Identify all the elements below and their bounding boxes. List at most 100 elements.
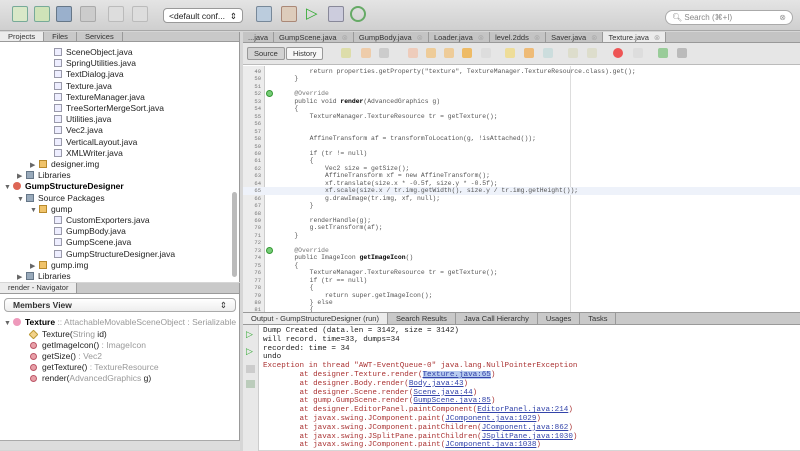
override-marker-icon[interactable] xyxy=(266,246,273,254)
rerun-icon[interactable]: ▷ xyxy=(246,329,253,340)
close-tab-icon[interactable]: ⊗ xyxy=(591,33,597,42)
editor-tab[interactable]: Loader.java ⊗ xyxy=(429,32,491,42)
tree-item[interactable]: ▶ Libraries xyxy=(17,271,71,282)
close-tab-icon[interactable]: ⊗ xyxy=(478,33,484,42)
tree-item[interactable]: TextureManager.java xyxy=(54,92,145,103)
editor-tab[interactable]: GumpBody.java ⊗ xyxy=(354,32,429,42)
comment-icon[interactable] xyxy=(658,48,668,58)
stack-trace-link[interactable]: JSplitPane.java:1030 xyxy=(482,433,573,441)
tab-files[interactable]: Files xyxy=(44,32,77,41)
tree-item[interactable]: Vec2.java xyxy=(54,125,103,136)
tree-item[interactable]: ▶ gump.img xyxy=(30,260,88,271)
tree-item[interactable]: Utilities.java xyxy=(54,114,111,125)
tree-item[interactable]: ▼ GumpStructureDesigner xyxy=(4,181,124,192)
stack-trace-link[interactable]: EditorPanel.java:214 xyxy=(477,406,568,414)
new-project-icon[interactable] xyxy=(34,6,50,22)
close-tab-icon[interactable]: ⊗ xyxy=(342,33,348,42)
forward-icon[interactable] xyxy=(379,48,389,58)
editor-tab[interactable]: level.2dds ⊗ xyxy=(490,32,547,42)
tree-item[interactable]: TextDialog.java xyxy=(54,69,124,80)
tree-item[interactable]: ▶ designer.img xyxy=(30,159,99,170)
close-tab-icon[interactable]: ⊗ xyxy=(654,33,660,42)
stack-trace-link[interactable]: JComponent.java:1029 xyxy=(445,415,536,423)
undo-icon[interactable] xyxy=(108,6,124,22)
scrollbar[interactable] xyxy=(232,192,237,277)
stop-icon[interactable] xyxy=(246,365,255,373)
output-tab[interactable]: Search Results xyxy=(388,313,456,324)
find-icon[interactable] xyxy=(408,48,418,58)
member-item[interactable]: getTexture() : TextureResource xyxy=(30,362,159,373)
editor-tab[interactable]: Texture.java ⊗ xyxy=(603,32,667,42)
expand-arrow-icon[interactable]: ▼ xyxy=(4,318,13,329)
tree-item[interactable]: ▶ Libraries xyxy=(17,170,71,181)
member-item[interactable]: Texture(String id) xyxy=(28,329,107,340)
output-tab[interactable]: Java Call Hierarchy xyxy=(456,313,538,324)
class-node[interactable]: ▼ Texture :: AttachableMovableSceneObject… xyxy=(4,317,236,328)
tree-item[interactable]: CustomExporters.java xyxy=(54,215,150,226)
expand-arrow-icon[interactable]: ▶ xyxy=(17,272,26,283)
output-tab[interactable]: Output - GumpStructureDesigner (run) xyxy=(243,313,388,324)
build-hammer-icon[interactable] xyxy=(256,6,272,22)
find-next-icon[interactable] xyxy=(444,48,454,58)
uncomment-icon[interactable] xyxy=(677,48,687,58)
toggle-highlight-icon[interactable] xyxy=(462,48,472,58)
debug-icon[interactable] xyxy=(328,6,344,22)
tree-item[interactable]: TreeSorterMergeSort.java xyxy=(54,103,164,114)
search-input[interactable]: 🔍︎ Search (⌘+I) ⊗ xyxy=(665,10,793,25)
run-icon[interactable]: ▷ xyxy=(306,6,322,22)
stack-trace-link[interactable]: JComponent.java:862 xyxy=(482,424,569,432)
tree-item[interactable]: XMLWriter.java xyxy=(54,148,123,159)
close-tab-icon[interactable]: ⊗ xyxy=(534,33,540,42)
code-editor[interactable]: 49 return properties.getProperty("textur… xyxy=(243,66,800,312)
stack-trace-link[interactable]: Body.java:43 xyxy=(409,380,464,388)
tab-services[interactable]: Services xyxy=(77,32,123,41)
tree-item[interactable]: VerticalLayout.java xyxy=(54,137,137,148)
tree-item[interactable]: SceneObject.java xyxy=(54,47,133,58)
stack-trace-link[interactable]: Scene.java:44 xyxy=(413,389,472,397)
expand-arrow-icon[interactable]: ▼ xyxy=(30,205,39,216)
editor-tab[interactable]: Saver.java ⊗ xyxy=(546,32,604,42)
editor-tab[interactable]: GumpScene.java ⊗ xyxy=(274,32,354,42)
navigator-title[interactable]: render - Navigator xyxy=(0,283,78,293)
shift-left-icon[interactable] xyxy=(568,48,578,58)
expand-arrow-icon[interactable]: ▼ xyxy=(4,182,13,193)
previous-bookmark-icon[interactable] xyxy=(505,48,515,58)
members-view-select[interactable]: Members View ⇕ xyxy=(4,298,236,312)
tree-item[interactable]: SpringUtilities.java xyxy=(54,58,136,69)
rerun-debug-icon[interactable]: ▷ xyxy=(246,346,253,357)
next-bookmark-icon[interactable] xyxy=(524,48,534,58)
source-button[interactable]: Source xyxy=(247,47,285,60)
tree-item[interactable]: Texture.java xyxy=(54,81,112,92)
start-macro-icon[interactable] xyxy=(613,48,623,58)
settings-icon[interactable] xyxy=(246,380,255,388)
tab-projects[interactable]: Projects xyxy=(0,32,45,41)
member-item[interactable]: render(AdvancedGraphics g) xyxy=(30,373,151,384)
toggle-bookmark-icon[interactable] xyxy=(543,48,553,58)
toggle-rect-select-icon[interactable] xyxy=(481,48,491,58)
stack-trace-link[interactable]: JComponent.java:1038 xyxy=(445,441,536,449)
open-project-icon[interactable] xyxy=(56,6,72,22)
output-tab[interactable]: Usages xyxy=(538,313,581,324)
last-edit-icon[interactable] xyxy=(341,48,351,58)
save-all-icon[interactable] xyxy=(80,6,96,22)
clear-icon[interactable]: ⊗ xyxy=(779,13,786,22)
stop-macro-icon[interactable] xyxy=(633,48,643,58)
shift-right-icon[interactable] xyxy=(587,48,597,58)
history-button[interactable]: History xyxy=(286,47,324,60)
redo-icon[interactable] xyxy=(132,6,148,22)
back-icon[interactable] xyxy=(361,48,371,58)
member-item[interactable]: getImageIcon() : ImageIcon xyxy=(30,340,146,351)
editor-tab[interactable]: ...java xyxy=(243,32,275,42)
tree-item[interactable]: ▼ Source Packages xyxy=(17,193,105,204)
close-tab-icon[interactable]: ⊗ xyxy=(417,33,423,42)
output-tab[interactable]: Tasks xyxy=(580,313,617,324)
new-file-icon[interactable] xyxy=(12,6,28,22)
clean-build-icon[interactable] xyxy=(281,6,297,22)
tree-item[interactable]: GumpBody.java xyxy=(54,226,126,237)
stack-trace-link[interactable]: GumpScene.java:85 xyxy=(413,397,490,405)
find-previous-icon[interactable] xyxy=(426,48,436,58)
configuration-select[interactable]: <default conf... ⇕ xyxy=(163,8,243,23)
stack-trace-link[interactable]: Texture.java:65 xyxy=(422,371,491,379)
tree-item[interactable]: GumpScene.java xyxy=(54,237,131,248)
expand-arrow-icon[interactable]: ▼ xyxy=(17,194,26,205)
